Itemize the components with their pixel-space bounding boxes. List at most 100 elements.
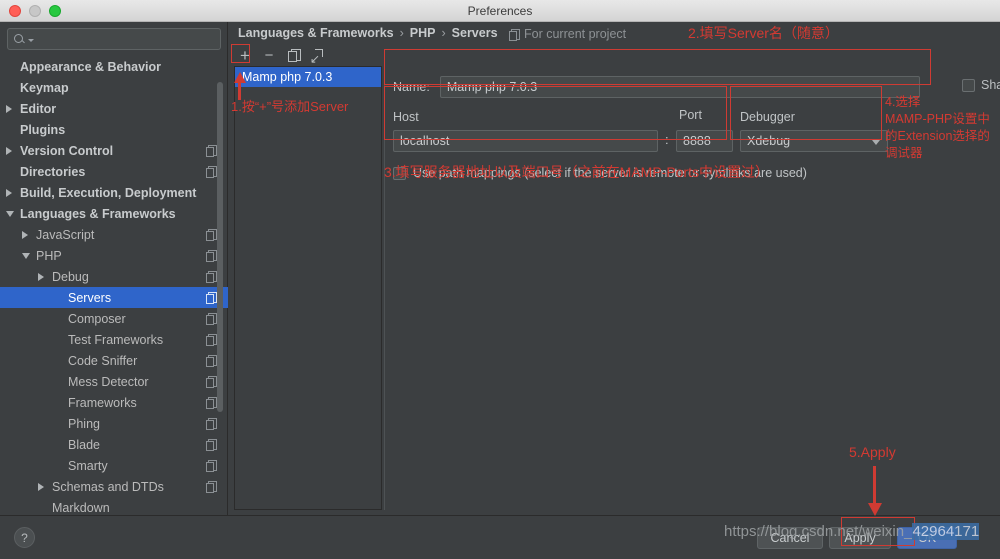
sidebar-item-javascript[interactable]: JavaScript (0, 224, 228, 245)
server-list[interactable]: Mamp php 7.0.3 (234, 66, 382, 510)
search-input[interactable] (7, 28, 221, 50)
chevron-down-icon[interactable] (22, 253, 30, 259)
help-button[interactable]: ? (14, 527, 35, 548)
sidebar-item-languages-frameworks[interactable]: Languages & Frameworks (0, 203, 228, 224)
project-scope-icon (206, 145, 217, 157)
sidebar-item-label: Blade (68, 437, 100, 452)
sidebar-item-version-control[interactable]: Version Control (0, 140, 228, 161)
watermark-prefix: https://blog.csdn.net/weixin_ (724, 523, 913, 540)
window-titlebar: Preferences (0, 0, 1000, 22)
list-item[interactable]: Mamp php 7.0.3 (235, 67, 381, 87)
debugger-select[interactable]: Xdebug (740, 130, 888, 152)
project-scope-icon (206, 271, 217, 283)
sidebar-item-keymap[interactable]: Keymap (0, 77, 228, 98)
name-row: Name: (393, 74, 938, 100)
import-server-button[interactable] (308, 46, 326, 65)
window-title: Preferences (467, 3, 533, 18)
sidebar-item-label: Code Sniffer (68, 353, 138, 368)
sidebar-item-label: Mess Detector (68, 374, 149, 389)
sidebar-item-label: Composer (68, 311, 126, 326)
port-field[interactable] (676, 130, 733, 152)
sidebar-item-smarty[interactable]: Smarty (0, 455, 228, 476)
project-scope-icon (206, 166, 217, 178)
chevron-down-icon[interactable] (6, 211, 14, 217)
project-scope-icon (206, 439, 217, 451)
annotation-step-1: 1.按“+”号添加Server (231, 99, 349, 114)
sidebar-item-build-execution-deployment[interactable]: Build, Execution, Deployment (0, 182, 228, 203)
sidebar-item-appearance-behavior[interactable]: Appearance & Behavior (0, 56, 228, 77)
sidebar-item-label: Appearance & Behavior (20, 59, 162, 74)
chevron-right-icon[interactable] (38, 272, 44, 281)
project-scope-icon (206, 355, 217, 367)
server-list-toolbar: + − (234, 44, 382, 66)
sidebar-item-label: Frameworks (68, 395, 137, 410)
sidebar-item-code-sniffer[interactable]: Code Sniffer (0, 350, 228, 371)
sidebar-item-editor[interactable]: Editor (0, 98, 228, 119)
chevron-right-icon[interactable] (6, 146, 12, 155)
name-label: Name: (393, 80, 430, 94)
sidebar-item-test-frameworks[interactable]: Test Frameworks (0, 329, 228, 350)
project-scope-icon (206, 334, 217, 346)
chevron-down-icon (28, 39, 34, 42)
sidebar-item-directories[interactable]: Directories (0, 161, 228, 182)
sidebar-item-servers[interactable]: Servers (0, 287, 228, 308)
sidebar-item-label: JavaScript (36, 227, 95, 242)
debugger-label: Debugger (740, 110, 795, 124)
sidebar-item-composer[interactable]: Composer (0, 308, 228, 329)
sidebar-item-label: Servers (68, 290, 112, 305)
breadcrumb-part-2[interactable]: Servers (452, 26, 498, 40)
annotation-arrow-shaft-apply (873, 466, 876, 506)
sidebar-item-label: Directories (20, 164, 86, 179)
sidebar-scrollbar[interactable] (217, 82, 223, 412)
sidebar-item-php[interactable]: PHP (0, 245, 228, 266)
add-server-button[interactable]: + (236, 46, 254, 64)
sidebar-item-label: Markdown (52, 500, 110, 515)
breadcrumb-separator-icon: › (441, 26, 446, 40)
settings-sidebar: Appearance & Behavior Keymap Editor Plugins… (0, 22, 228, 515)
project-scope-icon (206, 460, 217, 472)
project-scope-icon (206, 418, 217, 430)
search-icon (14, 33, 25, 45)
sidebar-item-debug[interactable]: Debug (0, 266, 228, 287)
sidebar-item-label: Languages & Frameworks (20, 206, 176, 221)
chevron-right-icon[interactable] (6, 188, 12, 197)
preferences-window: Preferences Appearance & Behavior Keymap E… (0, 0, 1000, 559)
sidebar-item-label: Keymap (20, 80, 69, 95)
chevron-right-icon[interactable] (6, 104, 12, 113)
remove-server-button[interactable]: − (260, 46, 278, 64)
sidebar-item-blade[interactable]: Blade (0, 434, 228, 455)
sidebar-item-mess-detector[interactable]: Mess Detector (0, 371, 228, 392)
sidebar-item-schemas-and-dtds[interactable]: Schemas and DTDs (0, 476, 228, 497)
annotation-step-3: 3.填写服务器地址以及端口号（之前在MAMP-Ports中设置过） (384, 164, 770, 180)
shared-checkbox[interactable] (962, 78, 975, 92)
host-field[interactable] (393, 130, 658, 152)
annotation-arrow-apply (868, 503, 882, 516)
breadcrumb-part-0[interactable]: Languages & Frameworks (238, 26, 394, 40)
host-port-separator: : (665, 132, 669, 147)
sidebar-item-markdown[interactable]: Markdown (0, 497, 228, 515)
sidebar-item-label: Build, Execution, Deployment (20, 185, 197, 200)
for-current-project-label: For current project (509, 27, 626, 41)
port-label: Port (679, 108, 702, 122)
project-scope-icon (206, 376, 217, 388)
sidebar-item-label: Version Control (20, 143, 114, 158)
sidebar-item-label: Debug (52, 269, 89, 284)
breadcrumb-part-1[interactable]: PHP (410, 26, 436, 40)
import-arrow-icon (310, 49, 323, 65)
sidebar-item-phing[interactable]: Phing (0, 413, 228, 434)
shared-checkbox-row[interactable]: Shared (962, 78, 1000, 92)
project-scope-icon (206, 313, 217, 325)
project-scope-icon (206, 481, 217, 493)
chevron-right-icon[interactable] (22, 230, 28, 239)
for-current-project-text: For current project (524, 27, 627, 41)
sidebar-item-label: Phing (68, 416, 100, 431)
copy-icon (287, 49, 301, 62)
chevron-right-icon[interactable] (38, 482, 44, 491)
breadcrumb: Languages & Frameworks › PHP › Servers (238, 26, 498, 40)
sidebar-item-frameworks[interactable]: Frameworks (0, 392, 228, 413)
sidebar-item-plugins[interactable]: Plugins (0, 119, 228, 140)
copy-server-button[interactable] (284, 46, 302, 64)
name-field[interactable] (439, 76, 920, 98)
project-scope-icon (206, 229, 217, 241)
host-group: Host Port : (393, 108, 733, 160)
